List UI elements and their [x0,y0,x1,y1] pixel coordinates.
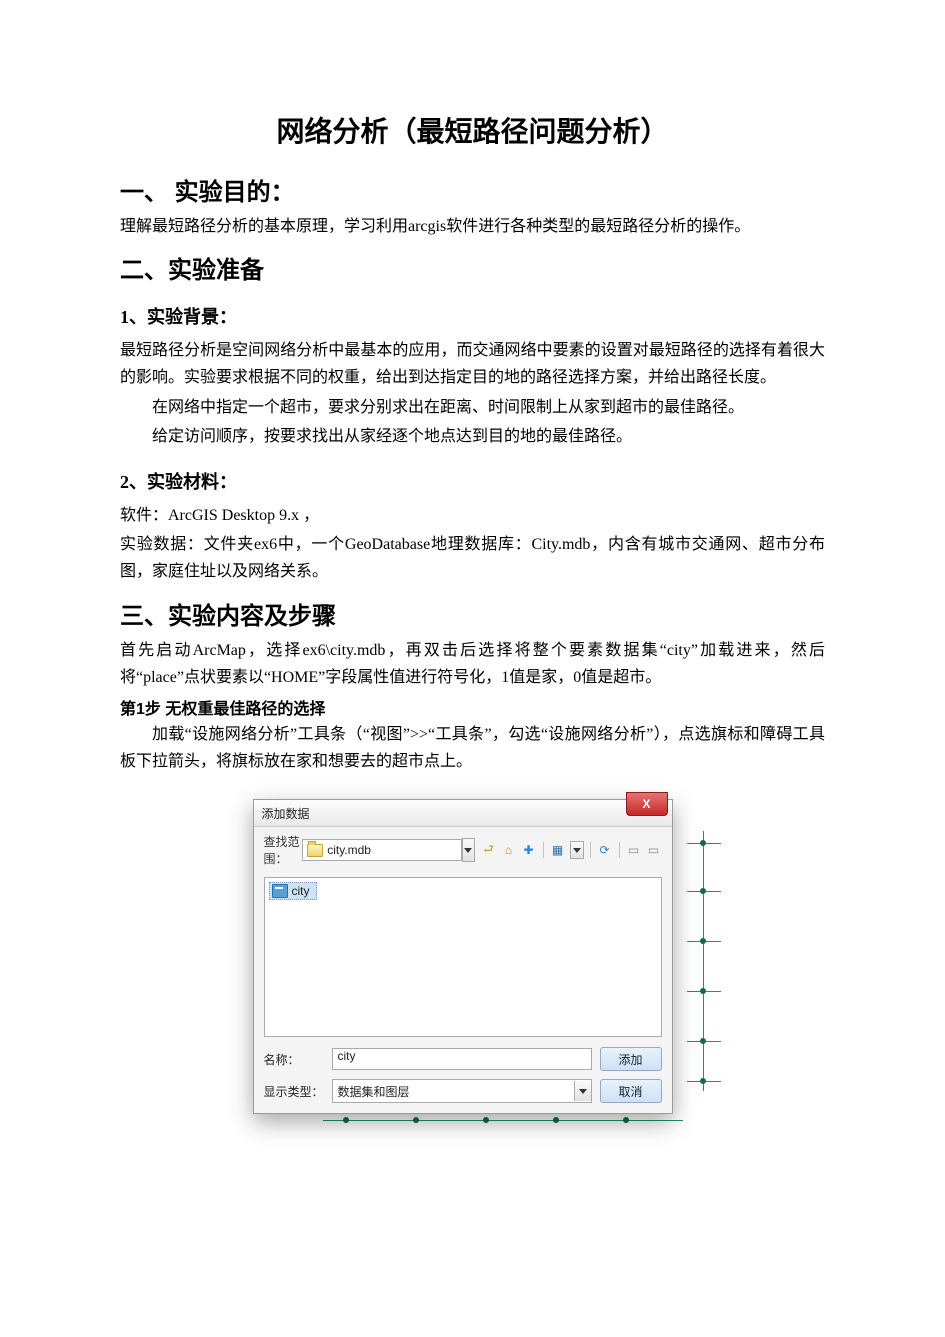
section-2-1-heading: 1、实验背景： [120,303,825,329]
section-2-1-p1: 最短路径分析是空间网络分析中最基本的应用，而交通网络中要素的设置对最短路径的选择… [120,337,825,391]
section-2-1-p2: 在网络中指定一个超市，要求分别求出在距离、时间限制上从家到超市的最佳路径。 [120,394,825,421]
lookin-combobox[interactable]: city.mdb [302,839,462,861]
name-input-value: city [338,1049,356,1063]
cancel-button-label: 取消 [618,1083,642,1100]
lookin-row: 查找范围： city.mdb ⮐ ⌂ ✚ ▦ ⟳ [254,827,672,873]
name-input[interactable]: city [332,1048,592,1070]
file-list-pane[interactable]: city [264,877,662,1037]
separator-icon [619,842,620,858]
section-2-1-p3: 给定访问顺序，按要求找出从家经逐个地点达到目的地的最佳路径。 [120,423,825,450]
section-3-p1: 首先启动ArcMap，选择ex6\city.mdb，再双击后选择将整个要素数据集… [120,637,825,691]
name-row: 名称： city 添加 [254,1043,672,1075]
separator-icon [590,842,591,858]
feature-dataset-item[interactable]: city [269,882,317,900]
add-button[interactable]: 添加 [600,1047,662,1071]
section-2-2-p2: 实验数据：文件夹ex6中，一个GeoDatabase地理数据库：City.mdb… [120,531,825,585]
view-dropdown-button[interactable] [570,841,584,859]
doc-title: 网络分析（最短路径问题分析） [120,110,825,150]
file-item-label: city [292,884,310,898]
chevron-down-icon [579,1089,587,1094]
type-row: 显示类型： 数据集和图层 取消 [254,1075,672,1113]
lookin-dropdown-button[interactable] [462,838,474,862]
folder-icon [307,844,323,857]
separator-icon [543,842,544,858]
section-2-heading: 二、实验准备 [120,250,825,285]
up-one-level-icon[interactable]: ⮐ [481,842,497,858]
type-label: 显示类型： [264,1083,324,1100]
dialog-toolbar: ⮐ ⌂ ✚ ▦ ⟳ ▭ ▭ [481,841,662,859]
cancel-button[interactable]: 取消 [600,1079,662,1103]
lookin-label: 查找范围： [264,833,303,867]
close-button[interactable]: X [626,792,668,816]
feature-dataset-icon [272,884,288,898]
new-layer-icon[interactable]: ▭ [646,842,662,858]
section-1-paragraph: 理解最短路径分析的基本原理，学习利用arcgis软件进行各种类型的最短路径分析的… [120,213,825,240]
chevron-down-icon [573,848,581,853]
type-combobox[interactable]: 数据集和图层 [332,1079,592,1103]
step-1-paragraph: 加载“设施网络分析”工具条（“视图”>>“工具条”，勾选“设施网络分析”），点选… [120,721,825,775]
map-network-decoration-bottom [323,1112,683,1132]
add-data-dialog: 添加数据 X 查找范围： city.mdb ⮐ ⌂ ✚ [253,799,673,1114]
screenshot-add-data-dialog: 添加数据 X 查找范围： city.mdb ⮐ ⌂ ✚ [253,799,693,1114]
section-3-heading: 三、实验内容及步骤 [120,596,825,631]
refresh-icon[interactable]: ⟳ [597,842,613,858]
dialog-title: 添加数据 [262,805,310,822]
dialog-titlebar[interactable]: 添加数据 X [254,800,672,827]
section-2-2-heading: 2、实验材料： [120,468,825,494]
name-label: 名称： [264,1051,324,1068]
section-1-heading: 一、 实验目的： [120,172,825,207]
add-button-label: 添加 [618,1051,642,1068]
connect-folder-icon[interactable]: ✚ [521,842,537,858]
lookin-value: city.mdb [327,843,371,857]
type-dropdown-button[interactable] [574,1081,591,1101]
section-2-2-p1: 软件：ArcGIS Desktop 9.x ， [120,502,825,529]
map-network-decoration [687,831,721,1091]
document-page: 网络分析（最短路径问题分析） 一、 实验目的： 理解最短路径分析的基本原理，学习… [0,0,945,1174]
step-1-heading: 第1步 无权重最佳路径的选择 [120,695,825,719]
close-icon: X [642,797,650,811]
new-group-icon[interactable]: ▭ [626,842,642,858]
home-icon[interactable]: ⌂ [501,842,517,858]
chevron-down-icon [464,848,472,853]
type-value: 数据集和图层 [338,1083,410,1100]
list-view-icon[interactable]: ▦ [550,842,566,858]
